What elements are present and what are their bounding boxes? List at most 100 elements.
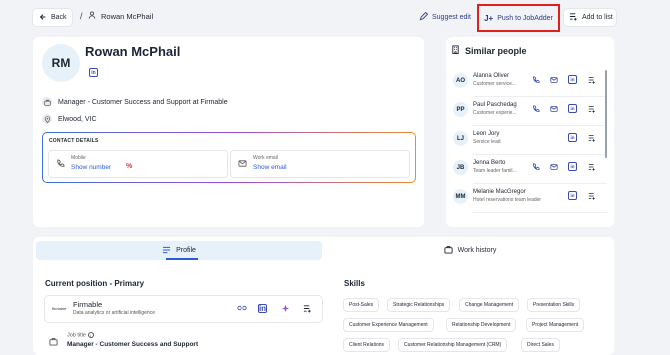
- divider: [473, 154, 607, 155]
- job-title-label: Job title i: [67, 332, 94, 338]
- linkedin-icon[interactable]: in: [568, 191, 577, 200]
- list-add-icon[interactable]: [587, 191, 597, 201]
- list-item[interactable]: MM Melanie MacGregor Hotel reservations te…: [451, 185, 607, 213]
- list-item[interactable]: JB Jenna Berto Team leader famil... in: [451, 156, 607, 184]
- phone-icon[interactable]: [531, 104, 541, 114]
- details-card: Profile Work history Current position - …: [33, 237, 614, 355]
- linkedin-icon[interactable]: in: [568, 104, 577, 113]
- avatar: MM: [453, 189, 468, 204]
- arrow-left-icon: [39, 13, 47, 23]
- list-add-icon[interactable]: [587, 75, 597, 85]
- tab-profile[interactable]: Profile: [36, 241, 322, 260]
- tab-work-history[interactable]: Work history: [329, 241, 611, 260]
- list-item[interactable]: AO Alanna Oliver Customer service... in: [451, 69, 607, 97]
- suggest-edit-label: Suggest edit: [432, 14, 471, 21]
- person-subtitle: Customer service...: [473, 81, 517, 87]
- location-text: Elwood, VIC: [58, 115, 97, 123]
- back-button[interactable]: Back: [33, 9, 72, 26]
- location-row: Elwood, VIC: [42, 114, 97, 124]
- show-email-link[interactable]: Show email: [253, 164, 287, 171]
- linkedin-icon[interactable]: in: [258, 304, 267, 313]
- company-industry: Data analytics or artificial intelligenc…: [73, 310, 155, 316]
- company-logo: firmable: [52, 306, 67, 311]
- skill-chip: Strategic Relationships: [388, 299, 449, 311]
- mobile-label: Mobile: [71, 155, 86, 161]
- avatar: PP: [453, 102, 468, 117]
- divider: [473, 183, 607, 184]
- sparkle-icon[interactable]: [281, 304, 290, 315]
- list-icon: [162, 246, 171, 256]
- breadcrumb-person-name: Rowan McPhail: [101, 11, 154, 21]
- skill-chip: Post-Sales: [344, 299, 378, 311]
- active-tab-indicator: [166, 258, 198, 260]
- location-pin-icon: [42, 114, 52, 124]
- linkedin-icon[interactable]: in: [568, 75, 577, 84]
- job-title-row: Job title i Manager - Customer Success a…: [45, 331, 322, 351]
- back-label: Back: [51, 14, 67, 21]
- breadcrumb-current: Rowan McPhail: [88, 11, 153, 21]
- skill-chip: Relationship Development: [447, 319, 515, 331]
- show-number-link[interactable]: Show number: [71, 164, 111, 171]
- percent-icon: %: [126, 163, 133, 170]
- divider: [473, 125, 607, 126]
- person-subtitle: Hotel reservations team leader: [473, 197, 542, 203]
- person-name[interactable]: Alanna Oliver: [473, 73, 509, 79]
- skill-chip: Customer Experience Management: [344, 319, 433, 331]
- avatar: LJ: [453, 131, 468, 146]
- list-add-icon: [569, 12, 578, 23]
- pencil-icon: [419, 11, 429, 23]
- list-item[interactable]: LJ Leon Jory Service lead in: [451, 127, 607, 155]
- avatar: JB: [453, 160, 468, 175]
- divider: [473, 212, 607, 213]
- skill-chip: Presentation Skills: [528, 299, 579, 311]
- similar-people-title: Similar people: [465, 45, 527, 56]
- briefcase-icon: [444, 245, 453, 256]
- list-add-icon[interactable]: [587, 104, 597, 114]
- contact-details-box: CONTACT DETAILS Mobile Show number % Wor…: [42, 132, 416, 183]
- mail-icon: [238, 159, 247, 170]
- similar-people-scrollbar[interactable]: [605, 70, 607, 158]
- add-to-list-button[interactable]: Add to list: [564, 9, 616, 26]
- tab-work-history-label: Work history: [457, 247, 497, 254]
- skill-chip: Client Relations: [344, 339, 389, 351]
- list-add-icon[interactable]: [587, 133, 597, 143]
- suggest-edit-button[interactable]: Suggest edit: [419, 11, 471, 23]
- link-icon[interactable]: [237, 304, 247, 314]
- add-to-list-label: Add to list: [582, 14, 613, 21]
- linkedin-icon[interactable]: in: [568, 133, 577, 142]
- contact-details-title: CONTACT DETAILS: [49, 138, 99, 144]
- profile-name: Rowan McPhail: [85, 44, 181, 59]
- mail-icon[interactable]: [549, 104, 559, 114]
- person-name[interactable]: Melanie MacGregor: [473, 189, 526, 195]
- list-add-icon[interactable]: [303, 304, 312, 315]
- info-icon[interactable]: i: [87, 332, 94, 338]
- list-add-icon[interactable]: [587, 162, 597, 172]
- work-email-label: Work email: [253, 155, 278, 161]
- avatar: AO: [453, 73, 468, 88]
- skill-chip: Change Management: [460, 299, 518, 311]
- mail-icon[interactable]: [549, 75, 559, 85]
- job-title-value: Manager - Customer Success and Support: [67, 341, 199, 348]
- tab-profile-label: Profile: [176, 247, 196, 254]
- work-email-tile: Work email Show email: [231, 151, 409, 177]
- phone-icon[interactable]: [531, 75, 541, 85]
- person-name[interactable]: Jenna Berto: [473, 160, 505, 166]
- similar-people-list[interactable]: AO Alanna Oliver Customer service... in PP Pa…: [451, 69, 607, 257]
- push-to-jobadder-button[interactable]: J+ Push to JobAdder: [477, 4, 560, 32]
- company-name[interactable]: Firmable: [73, 300, 102, 309]
- divider: [473, 96, 607, 97]
- push-label: Push to JobAdder: [497, 14, 553, 22]
- person-name[interactable]: Paul Paschedag: [473, 102, 517, 108]
- similar-people-header: Similar people: [451, 45, 527, 56]
- position-row: Manager - Customer Success and Support a…: [42, 97, 228, 107]
- mail-icon[interactable]: [549, 162, 559, 172]
- linkedin-icon[interactable]: in: [568, 162, 577, 171]
- briefcase-icon: [42, 97, 52, 107]
- list-item[interactable]: PP Paul Paschedag Customer experie... in: [451, 98, 607, 126]
- linkedin-icon[interactable]: in: [89, 68, 98, 77]
- avatar: RM: [42, 44, 80, 82]
- skill-chip: Direct Sales: [522, 339, 559, 351]
- person-subtitle: Service lead: [473, 139, 501, 145]
- phone-icon[interactable]: [531, 162, 541, 172]
- person-name[interactable]: Leon Jory: [473, 131, 499, 137]
